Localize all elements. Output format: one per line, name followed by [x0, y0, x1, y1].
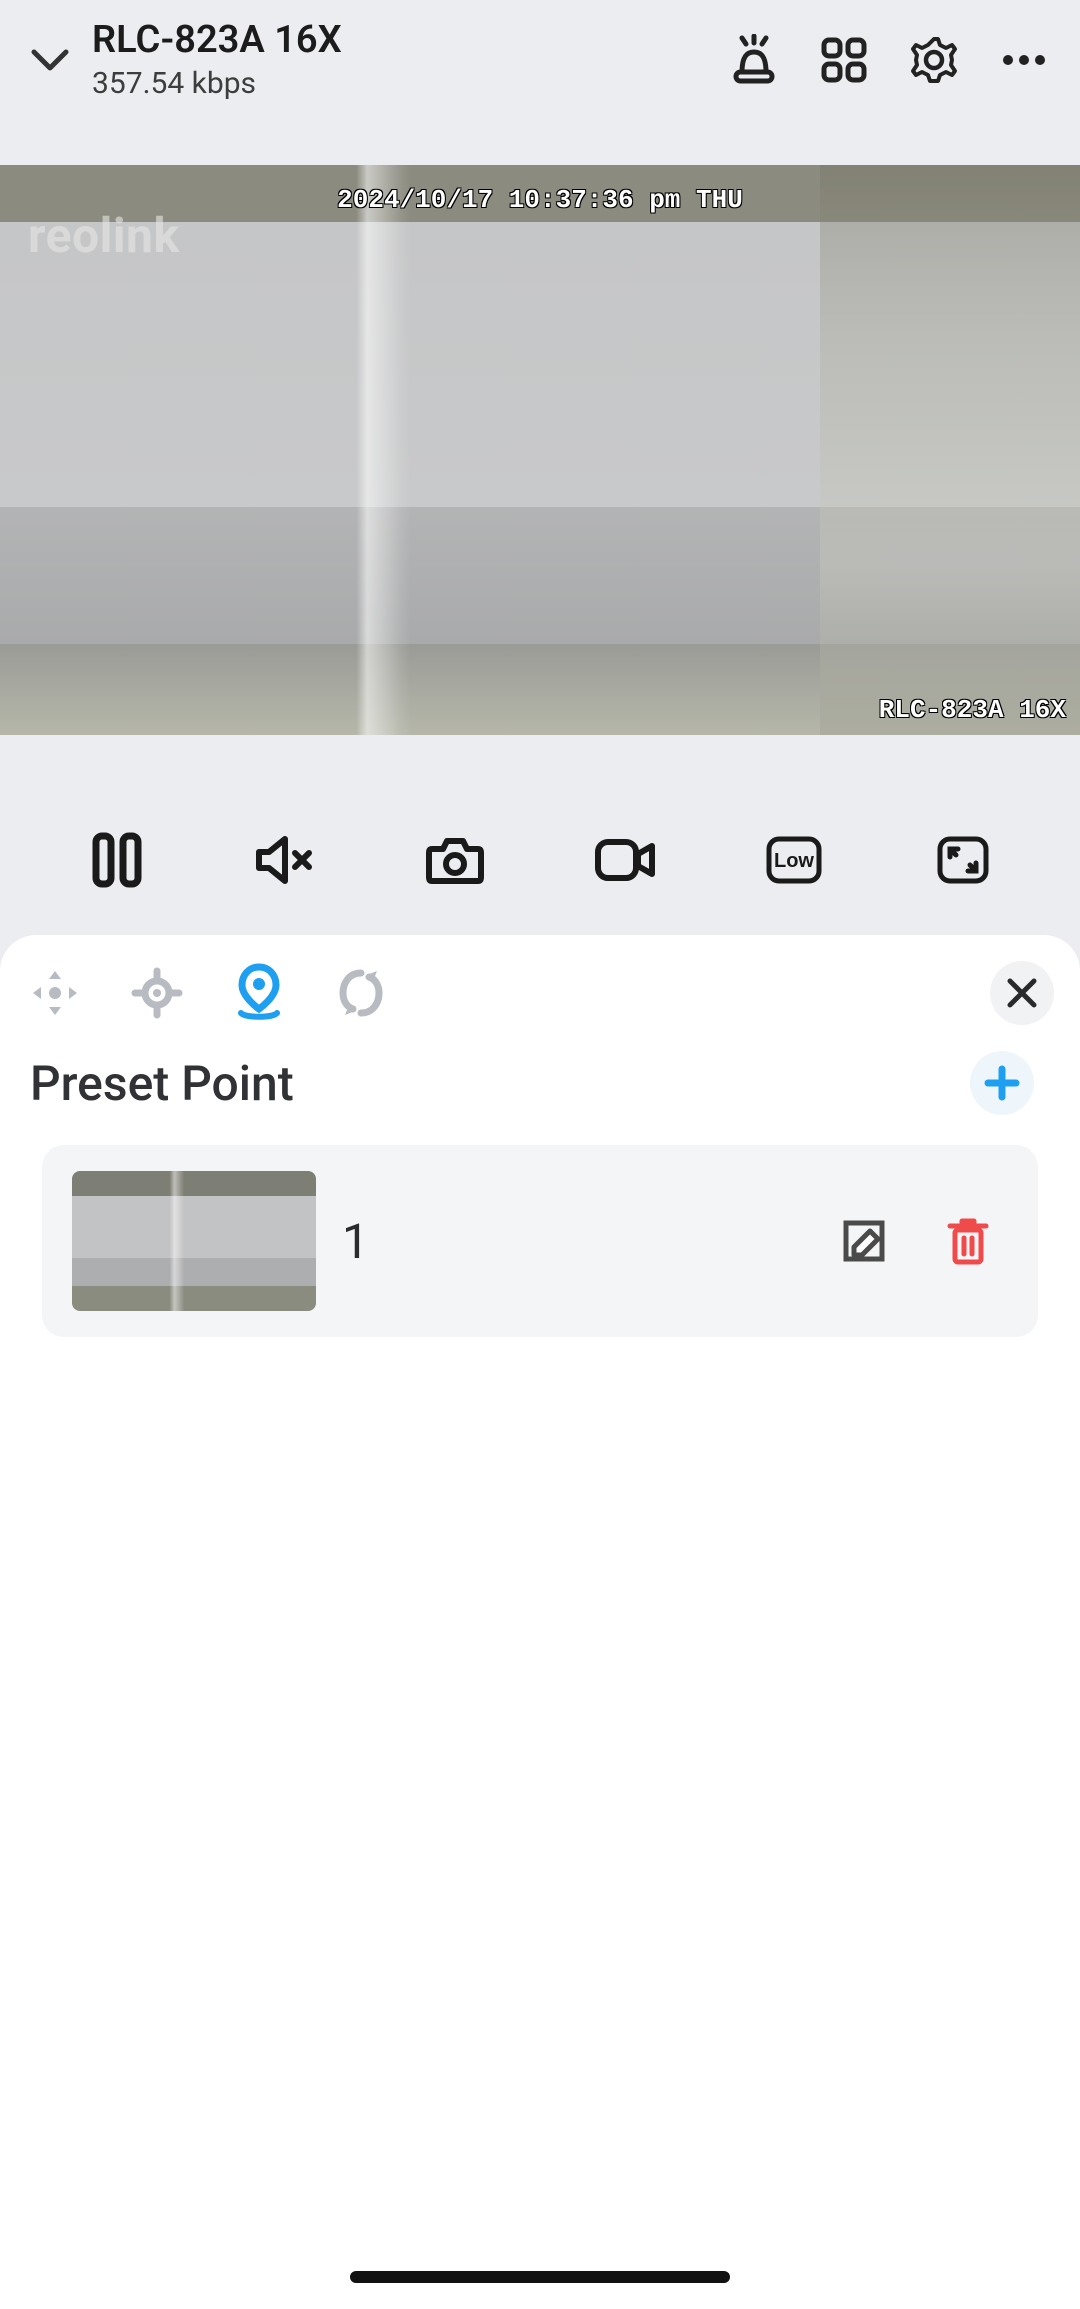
ptz-tab-preset[interactable]	[230, 964, 288, 1022]
preset-section-header: Preset Point	[0, 1037, 1080, 1125]
camera-icon	[426, 835, 484, 885]
preset-thumbnail	[72, 1171, 316, 1311]
siren-icon	[728, 34, 780, 86]
preset-list-item[interactable]: 1	[42, 1145, 1038, 1337]
close-icon	[1004, 975, 1040, 1011]
mute-button[interactable]	[250, 824, 322, 896]
direction-pad-icon	[27, 965, 83, 1021]
record-button[interactable]	[589, 824, 661, 896]
video-timestamp: 2024/10/17 10:37:36 pm THU	[0, 185, 1080, 215]
gear-icon	[907, 33, 961, 87]
ptz-panel: Preset Point 1	[0, 935, 1080, 2309]
add-preset-button[interactable]	[970, 1051, 1034, 1115]
preset-section-title: Preset Point	[30, 1055, 294, 1112]
edit-icon	[840, 1217, 888, 1265]
video-record-icon	[594, 836, 656, 884]
quality-icon: Low	[765, 835, 823, 885]
trash-icon	[946, 1216, 990, 1266]
fullscreen-button[interactable]	[927, 824, 999, 896]
multiview-button[interactable]	[816, 32, 872, 88]
svg-text:Low: Low	[774, 850, 814, 872]
header-bar: RLC-823A 16X 357.54 kbps	[0, 0, 1080, 117]
fullscreen-icon	[936, 835, 990, 885]
siren-button[interactable]	[726, 32, 782, 88]
app-root: RLC-823A 16X 357.54 kbps	[0, 0, 1080, 2309]
preset-name-label: 1	[342, 1213, 810, 1270]
camera-title: RLC-823A 16X	[92, 18, 706, 62]
ptz-tab-focus[interactable]	[128, 964, 186, 1022]
patrol-icon	[333, 965, 389, 1021]
preset-pin-icon	[231, 963, 287, 1023]
grid-icon	[819, 35, 869, 85]
ptz-tab-bar	[0, 935, 1080, 1037]
playback-controls: Low	[0, 785, 1080, 935]
home-indicator	[350, 2271, 730, 2283]
plus-icon	[982, 1063, 1022, 1103]
bitrate-label: 357.54 kbps	[92, 66, 706, 101]
speaker-mute-icon	[255, 833, 317, 887]
delete-preset-button[interactable]	[940, 1213, 996, 1269]
brand-watermark: reolink	[28, 207, 180, 264]
snapshot-button[interactable]	[419, 824, 491, 896]
header-actions	[726, 32, 1052, 88]
video-camera-label: RLC-823A 16X	[879, 695, 1066, 725]
pause-icon	[92, 832, 142, 888]
quality-button[interactable]: Low	[758, 824, 830, 896]
video-viewport[interactable]: reolink 2024/10/17 10:37:36 pm THU RLC-8…	[0, 165, 1080, 735]
collapse-chevron[interactable]	[28, 38, 72, 82]
more-horizontal-icon	[998, 34, 1050, 86]
camera-title-block[interactable]: RLC-823A 16X 357.54 kbps	[92, 18, 706, 101]
close-panel-button[interactable]	[990, 961, 1054, 1025]
settings-button[interactable]	[906, 32, 962, 88]
ptz-tab-patrol[interactable]	[332, 964, 390, 1022]
chevron-down-icon	[28, 38, 72, 82]
edit-preset-button[interactable]	[836, 1213, 892, 1269]
pause-button[interactable]	[81, 824, 153, 896]
ptz-tab-direction[interactable]	[26, 964, 84, 1022]
crosshair-icon	[129, 965, 185, 1021]
more-button[interactable]	[996, 32, 1052, 88]
